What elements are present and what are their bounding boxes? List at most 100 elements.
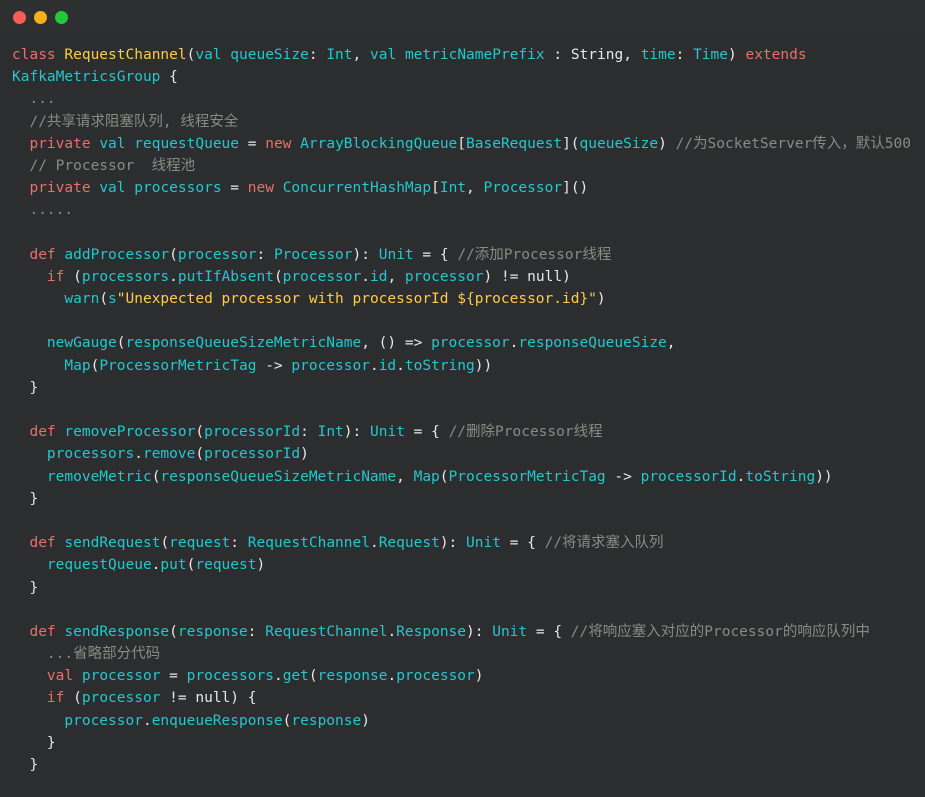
code-token: Int [439, 180, 467, 197]
code-token: request [169, 535, 231, 552]
code-token: sendResponse [64, 623, 170, 640]
minimize-button[interactable] [34, 10, 47, 24]
code-token: : [256, 246, 274, 263]
code-line: requestQueue.put(request) [0, 554, 925, 576]
code-token: } [12, 734, 56, 751]
code-token: ): [343, 424, 370, 441]
code-token: if [46, 268, 65, 285]
code-token: responseQueueSizeMetricName [160, 468, 397, 485]
code-token: processor [64, 712, 143, 729]
code-token: Unit [492, 623, 528, 640]
code-token: Map [413, 468, 440, 485]
code-line: //共享请求阻塞队列, 线程安全 [0, 111, 925, 133]
code-editor[interactable]: class RequestChannel (val queueSize: Int,… [0, 34, 925, 797]
code-token: Int [326, 47, 353, 63]
code-token: [ [457, 135, 467, 152]
code-token: val [99, 180, 126, 197]
maximize-button[interactable] [55, 10, 68, 24]
code-token: ProcessorMetricTag [99, 357, 257, 374]
code-token: ..... [29, 202, 74, 219]
code-token: processors [186, 668, 274, 685]
code-line: } [0, 577, 925, 599]
code-line: ..... [0, 199, 925, 221]
code-token: //将请求塞入队列 [544, 535, 664, 552]
code-line: ...省略部分代码 [0, 643, 925, 665]
code-line: def sendResponse(response: RequestChanne… [0, 621, 925, 643]
code-token: , [352, 47, 370, 63]
code-token: Processor [483, 180, 563, 197]
code-token: queueSize [230, 47, 309, 63]
code-token: response [177, 623, 248, 640]
code-token: -> [605, 468, 641, 485]
code-token: newGauge [46, 335, 117, 352]
code-token: -> [256, 357, 292, 374]
code-token: )) [815, 468, 833, 485]
code-token: requestQueue [46, 557, 152, 574]
code-line: newGauge(responseQueueSizeMetricName, ()… [0, 332, 925, 354]
code-token: def [29, 535, 56, 552]
code-token: null [195, 690, 231, 707]
code-token: } [12, 579, 39, 596]
code-token: metricNamePrefix [404, 47, 545, 63]
code-line: private val processors = new ConcurrentH… [0, 177, 925, 199]
code-token: val [195, 47, 222, 63]
code-token: => [404, 335, 423, 352]
code-token: sendRequest [64, 535, 161, 552]
code-token: time [640, 47, 676, 63]
code-token: put [160, 557, 187, 574]
code-token: processorId [204, 446, 301, 463]
code-token: id [378, 357, 397, 374]
code-token: processors [81, 268, 170, 285]
code-token: ]( [562, 135, 580, 152]
code-token: . [361, 268, 370, 285]
code-line: private val requestQueue = new ArrayBloc… [0, 133, 925, 155]
code-token: ): [466, 623, 493, 640]
code-token: : [300, 424, 318, 441]
code-token: Unit [466, 535, 501, 552]
code-token: val [370, 47, 397, 63]
code-token: private [29, 180, 91, 197]
code-token: ArrayBlockingQueue [300, 135, 458, 152]
code-token: ( [169, 246, 178, 263]
code-token: . [396, 357, 405, 374]
code-token: , [387, 268, 405, 285]
code-token: ) [300, 446, 309, 463]
code-token: ...省略部分代码 [46, 646, 161, 663]
code-token: ( [169, 623, 178, 640]
code-line: } [0, 377, 925, 399]
code-token: queueSize [579, 135, 659, 152]
code-line: } [0, 732, 925, 754]
code-token: Processor [273, 246, 353, 263]
code-token: . [387, 668, 397, 685]
code-token: : [308, 47, 327, 63]
code-token: RequestChannel [265, 623, 388, 640]
code-token: processor [177, 246, 257, 263]
code-token: . [387, 623, 397, 640]
code-window: class RequestChannel (val queueSize: Int,… [0, 0, 925, 797]
code-token: processorId [204, 424, 301, 441]
close-button[interactable] [13, 10, 26, 24]
code-token: : [230, 535, 248, 552]
code-token: ) [596, 291, 606, 308]
code-token: val [46, 668, 74, 685]
code-line: processor.enqueueResponse(response) [0, 710, 925, 732]
code-token: : [544, 47, 571, 63]
code-token: ) [474, 668, 484, 685]
